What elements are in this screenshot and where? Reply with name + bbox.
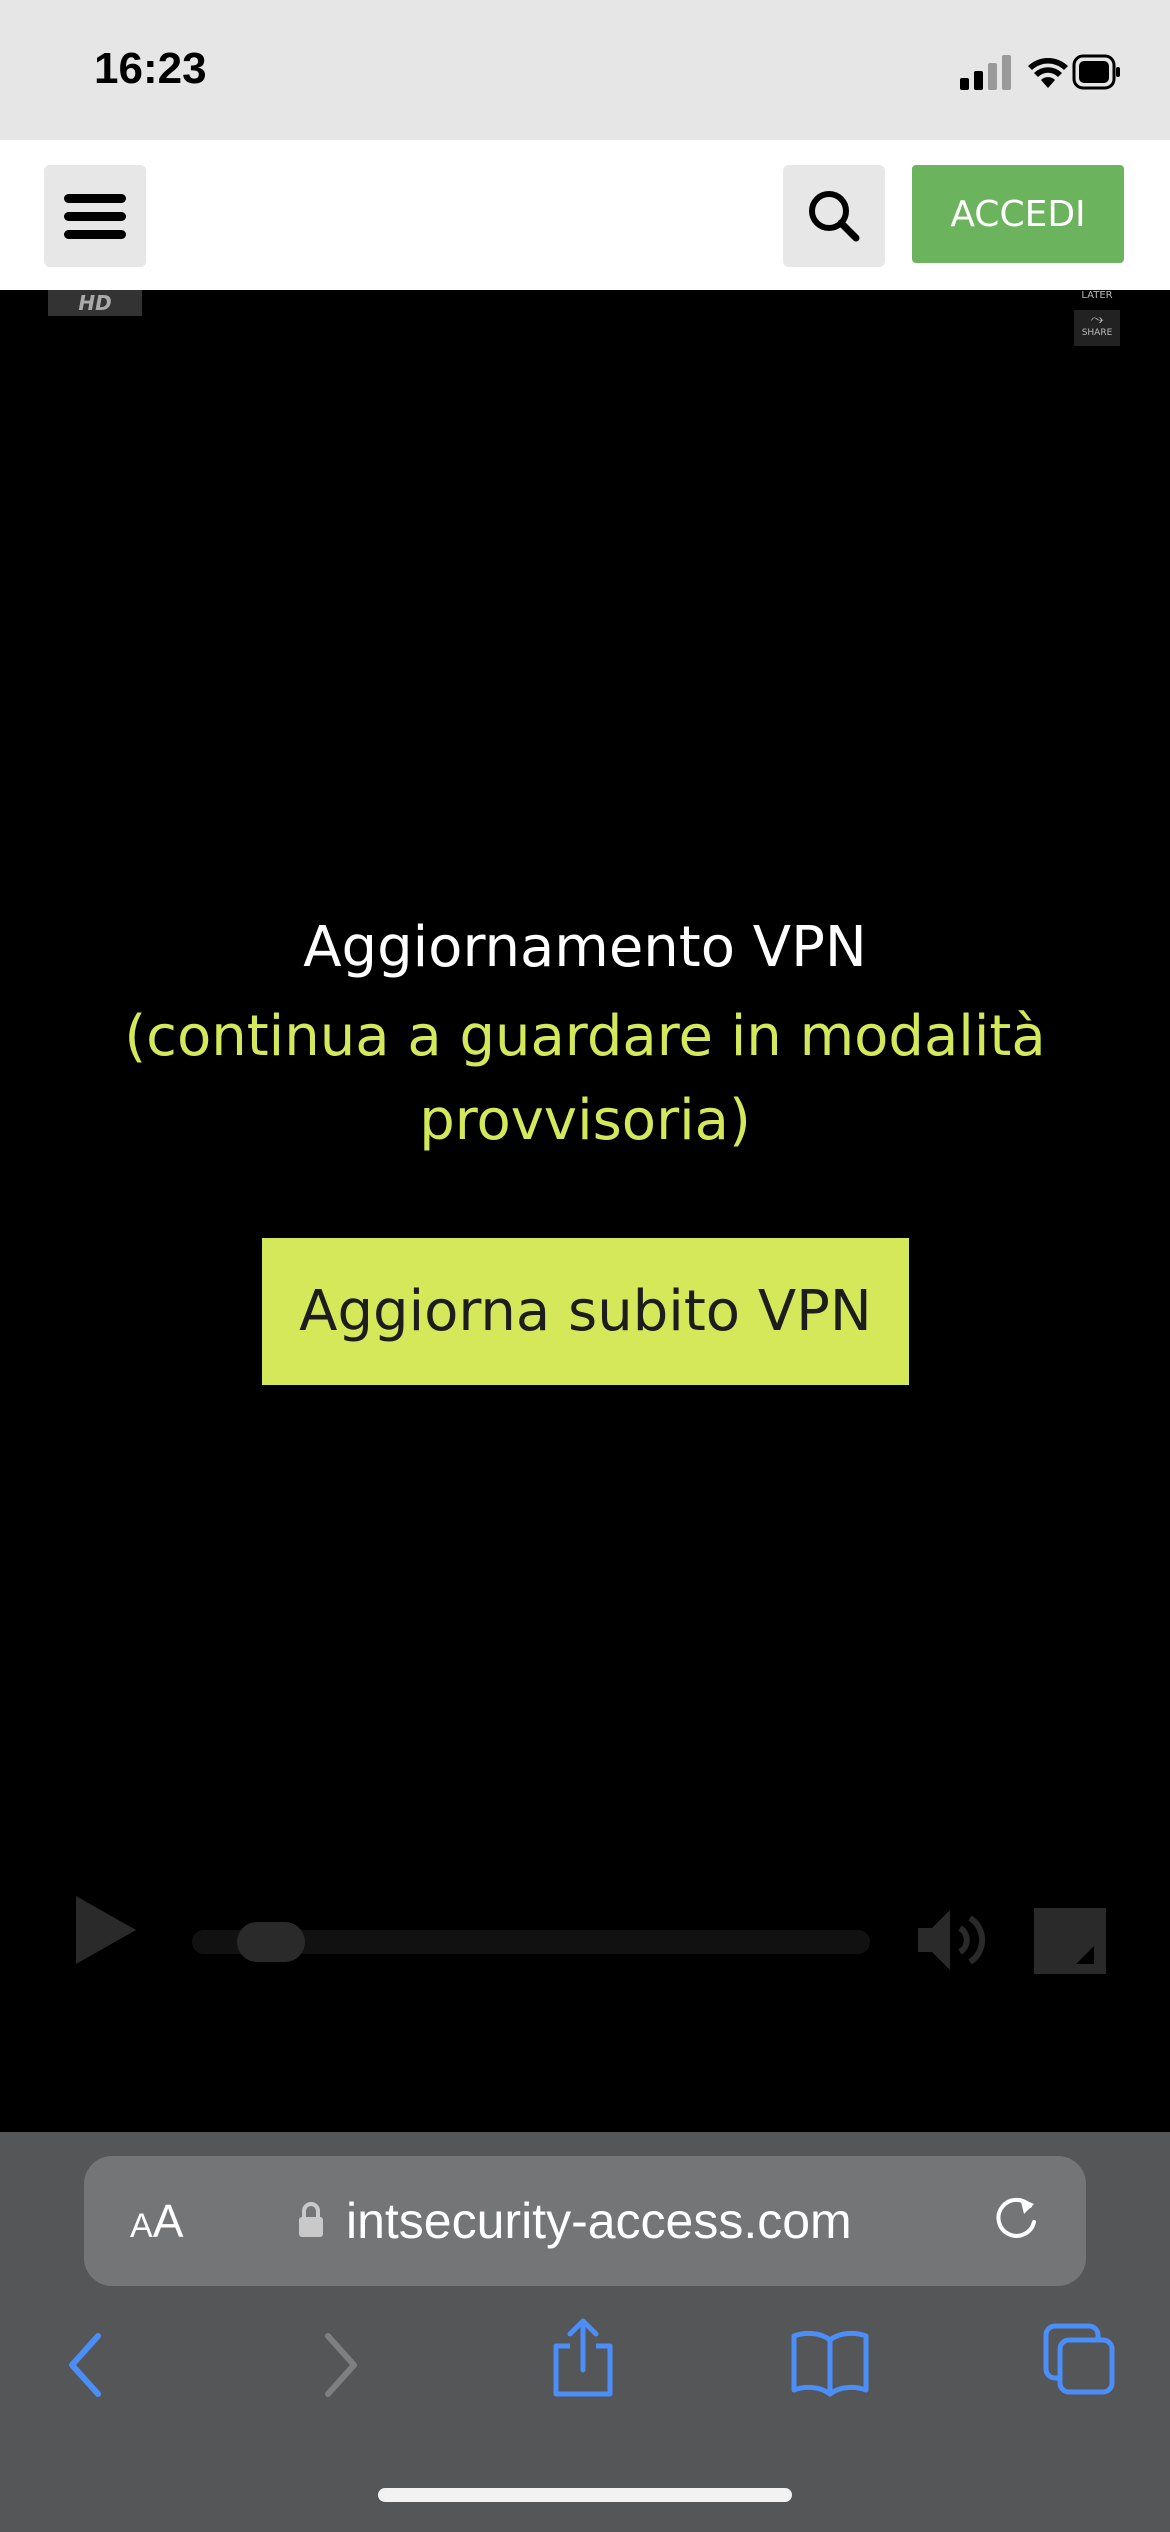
- site-header: ACCEDI: [0, 140, 1170, 290]
- status-time: 16:23: [94, 44, 207, 93]
- share-icon[interactable]: [548, 2316, 618, 2400]
- address-bar[interactable]: AA intsecurity-access.com: [84, 2156, 1086, 2286]
- lock-icon: [299, 2202, 323, 2237]
- volume-icon[interactable]: [914, 1902, 994, 1978]
- forward-icon[interactable]: [314, 2330, 364, 2400]
- progress-handle[interactable]: [237, 1922, 306, 1962]
- play-icon[interactable]: [72, 1890, 142, 1970]
- update-vpn-button[interactable]: Aggiorna subito VPN: [262, 1238, 909, 1385]
- tabs-icon[interactable]: [1042, 2322, 1118, 2398]
- search-icon: [809, 191, 860, 242]
- status-icons: [960, 52, 1120, 92]
- watch-later-label[interactable]: LATER: [1074, 290, 1120, 301]
- search-button[interactable]: [783, 165, 885, 267]
- text-size-button[interactable]: AA: [130, 2194, 183, 2248]
- hamburger-icon[interactable]: [44, 165, 146, 267]
- vpn-message-subtitle: (continua a guardare in modalità provvis…: [124, 1004, 1046, 1153]
- video-controls: [0, 1890, 1170, 1990]
- bookmarks-icon[interactable]: [790, 2328, 870, 2398]
- status-bar: 16:23: [0, 0, 1170, 140]
- login-button[interactable]: ACCEDI: [912, 165, 1124, 263]
- battery-icon: [1072, 54, 1120, 90]
- wifi-icon: [1028, 58, 1068, 88]
- fullscreen-icon[interactable]: [1034, 1908, 1106, 1974]
- video-player[interactable]: HD LATER ⤳ SHARE Aggiornamento VPN (cont…: [0, 290, 1170, 2132]
- home-indicator: [378, 2488, 792, 2502]
- hd-badge: HD: [48, 290, 142, 316]
- reload-icon[interactable]: [990, 2192, 1046, 2248]
- share-video-button[interactable]: ⤳ SHARE: [1074, 310, 1120, 346]
- signal-icon: [960, 55, 1011, 90]
- share-glyph-icon: ⤳: [1090, 309, 1104, 328]
- back-icon[interactable]: [62, 2330, 112, 2400]
- browser-bottom-bar: AA intsecurity-access.com: [0, 2132, 1170, 2532]
- share-video-label: SHARE: [1081, 328, 1113, 338]
- url-text: intsecurity-access.com: [346, 2193, 852, 2249]
- vpn-message-title: Aggiornamento VPN: [303, 915, 867, 980]
